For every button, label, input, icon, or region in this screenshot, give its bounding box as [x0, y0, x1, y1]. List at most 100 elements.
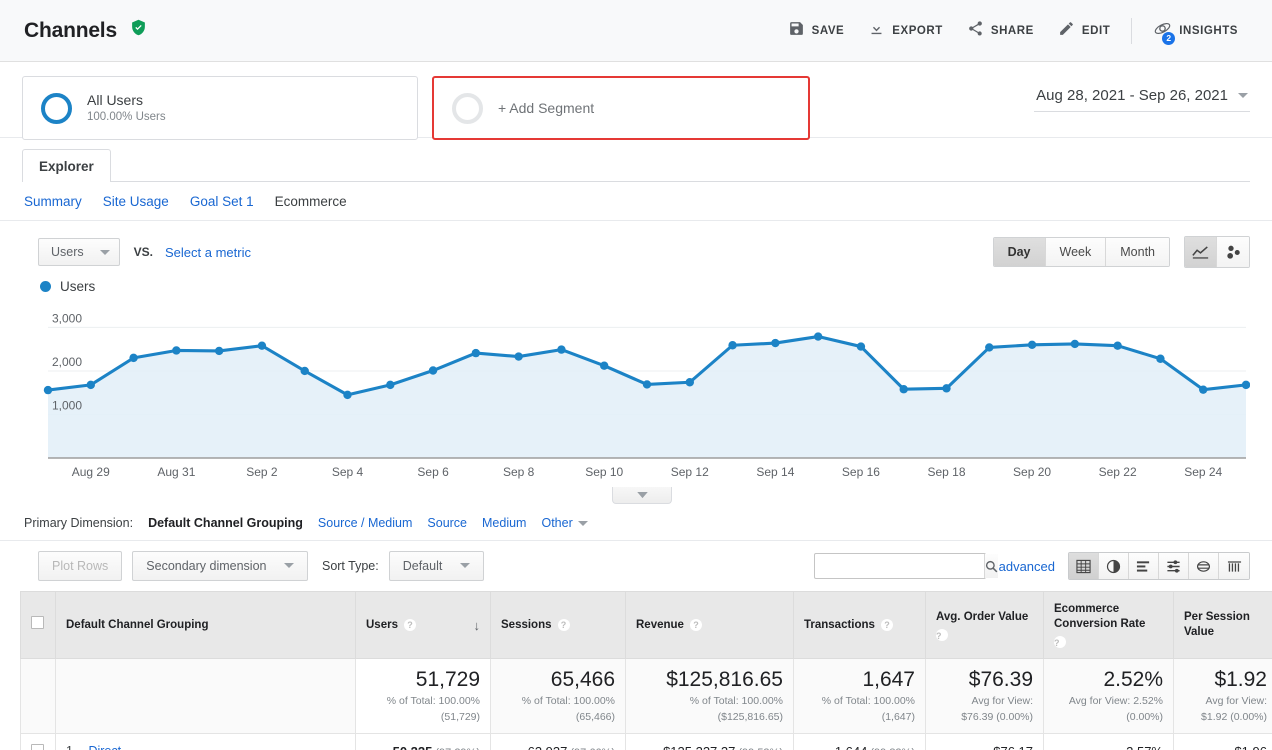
save-button-label: SAVE [811, 24, 845, 37]
primary-dimension-active[interactable]: Default Channel Grouping [148, 516, 303, 530]
export-button[interactable]: EXPORT [856, 14, 955, 48]
col-per-session-value[interactable]: Per Session Value [1173, 591, 1272, 659]
sort-desc-icon: ↓ [473, 617, 481, 633]
totals-ecommerce-conversion-rate: 2.52% Avg for View: 2.52% (0.00%) [1043, 658, 1174, 734]
table-view-icon[interactable] [1069, 553, 1099, 579]
share-button-label: SHARE [990, 24, 1034, 37]
date-range-picker[interactable]: Aug 28, 2021 - Sep 26, 2021 [1034, 83, 1250, 112]
totals-psv-value: $1.92 [1214, 668, 1267, 691]
subtab-site-usage[interactable]: Site Usage [103, 194, 169, 209]
plot-rows-button[interactable]: Plot Rows [38, 551, 123, 581]
metric-select[interactable]: Users [38, 238, 120, 266]
primary-dimension-medium[interactable]: Medium [482, 516, 526, 530]
select-a-metric-link[interactable]: Select a metric [165, 245, 251, 260]
primary-dimension-other-label: Other [541, 516, 573, 530]
granularity-group: Day Week Month [992, 237, 1170, 267]
subtab-goal-set-1[interactable]: Goal Set 1 [190, 194, 254, 209]
segment-all-users[interactable]: All Users 100.00% Users [22, 76, 418, 140]
row-per-session-value-cell: $1.96 [1173, 733, 1272, 750]
col-revenue[interactable]: Revenue ? [625, 591, 794, 659]
col-transactions[interactable]: Transactions ? [793, 591, 926, 659]
col-ecommerce-conversion-rate[interactable]: Ecommerce Conversion Rate ? [1043, 591, 1174, 659]
totals-ecr-sub1: Avg for View: 2.52% [1068, 695, 1163, 707]
svg-text:Sep 20: Sep 20 [1013, 465, 1051, 479]
secondary-dimension-select[interactable]: Secondary dimension [132, 551, 308, 581]
edit-button[interactable]: EDIT [1046, 14, 1122, 48]
help-icon[interactable]: ? [880, 619, 893, 631]
col-avg-order-value[interactable]: Avg. Order Value ? [925, 591, 1044, 659]
chevron-down-icon [1238, 93, 1248, 98]
primary-dimension-other[interactable]: Other [541, 516, 588, 530]
app-header: Channels SAVE EXPORT SHARE EDIT 2 INSIGH… [0, 0, 1272, 62]
subtab-summary[interactable]: Summary [24, 194, 82, 209]
chart-type-group [1184, 236, 1250, 268]
search-input[interactable] [814, 554, 984, 578]
col-sessions[interactable]: Sessions ? [490, 591, 626, 659]
sort-type-select[interactable]: Default [388, 551, 484, 581]
line-chart-icon[interactable] [1185, 237, 1217, 267]
tab-explorer[interactable]: Explorer [22, 149, 111, 182]
legend-label-users: Users [60, 279, 96, 294]
col-default-channel-grouping[interactable]: Default Channel Grouping [55, 591, 356, 659]
search-icon[interactable] [983, 554, 998, 578]
svg-text:Sep 22: Sep 22 [1099, 465, 1137, 479]
help-icon[interactable]: ? [403, 619, 416, 631]
page-title-group: Channels [24, 19, 147, 43]
add-segment-button[interactable]: + Add Segment [432, 76, 810, 140]
col-label: Revenue [636, 618, 684, 631]
totals-sessions-value: 65,466 [550, 668, 615, 691]
row-index: 1. [66, 744, 76, 750]
page-title: Channels [24, 18, 117, 42]
chart-expand-toggle[interactable] [612, 487, 672, 504]
svg-text:Sep 10: Sep 10 [585, 465, 623, 479]
table-row[interactable]: 1. Direct 50,225(97.29%) 63,937(97.66%) … [20, 733, 1272, 750]
term-cloud-view-icon[interactable] [1189, 553, 1219, 579]
save-button[interactable]: SAVE [776, 14, 857, 48]
verified-shield-icon [130, 19, 147, 36]
advanced-filter-link[interactable]: advanced [999, 559, 1055, 574]
comparison-view-icon[interactable] [1159, 553, 1189, 579]
table-search-box[interactable] [813, 553, 998, 579]
pie-view-icon[interactable] [1099, 553, 1129, 579]
row-checkbox[interactable] [31, 744, 44, 750]
svg-text:Sep 12: Sep 12 [671, 465, 709, 479]
chevron-down-icon [459, 563, 470, 568]
totals-transactions-value: 1,647 [862, 668, 915, 691]
primary-dimension-source[interactable]: Source [427, 516, 467, 530]
insights-icon: 2 [1153, 19, 1176, 45]
add-segment-label: + Add Segment [498, 100, 595, 116]
help-icon[interactable]: ? [936, 628, 948, 641]
performance-view-icon[interactable] [1129, 553, 1159, 579]
row-transactions-value: 1,644 [835, 744, 868, 750]
pivot-view-icon[interactable] [1219, 553, 1249, 579]
granularity-day[interactable]: Day [993, 238, 1046, 266]
granularity-month[interactable]: Month [1106, 238, 1169, 266]
help-icon[interactable]: ? [557, 619, 570, 631]
totals-revenue-sub1: % of Total: 100.00% [689, 695, 783, 707]
users-trend-chart[interactable]: 1,000 2,000 3,000 Aug 29 Aug 31 Sep 2 Sep 4 Sep… [22, 300, 1250, 504]
insights-button[interactable]: 2 INSIGHTS [1141, 13, 1250, 49]
svg-text:Aug 31: Aug 31 [157, 465, 195, 479]
totals-label-cell [55, 658, 356, 734]
row-channel-link[interactable]: Direct [88, 744, 121, 750]
col-label: Users [366, 618, 398, 631]
secondary-dimension-label: Secondary dimension [146, 559, 267, 573]
col-label: Sessions [501, 618, 552, 631]
subtab-ecommerce[interactable]: Ecommerce [275, 194, 347, 209]
motion-chart-icon[interactable] [1217, 237, 1249, 267]
vs-label: VS. [133, 245, 153, 259]
help-icon[interactable]: ? [689, 619, 702, 631]
date-range-value: Aug 28, 2021 - Sep 26, 2021 [1036, 87, 1228, 104]
chevron-down-icon [577, 520, 588, 526]
segment-bar: All Users 100.00% Users + Add Segment Au… [0, 62, 1272, 140]
select-all-checkbox[interactable] [31, 616, 44, 629]
granularity-week[interactable]: Week [1045, 238, 1107, 266]
col-users[interactable]: Users ? ↓ [355, 591, 491, 659]
col-label: Avg. Order Value [936, 610, 1029, 623]
help-icon[interactable]: ? [1054, 636, 1066, 648]
primary-dimension-source-medium[interactable]: Source / Medium [318, 516, 412, 530]
totals-psv-sub2: $1.92 (0.00%) [1201, 711, 1267, 723]
totals-sessions-sub1: % of Total: 100.00% [521, 695, 615, 707]
table-totals-row: 51,729 % of Total: 100.00% (51,729) 65,4… [20, 658, 1272, 734]
share-button[interactable]: SHARE [955, 14, 1046, 48]
